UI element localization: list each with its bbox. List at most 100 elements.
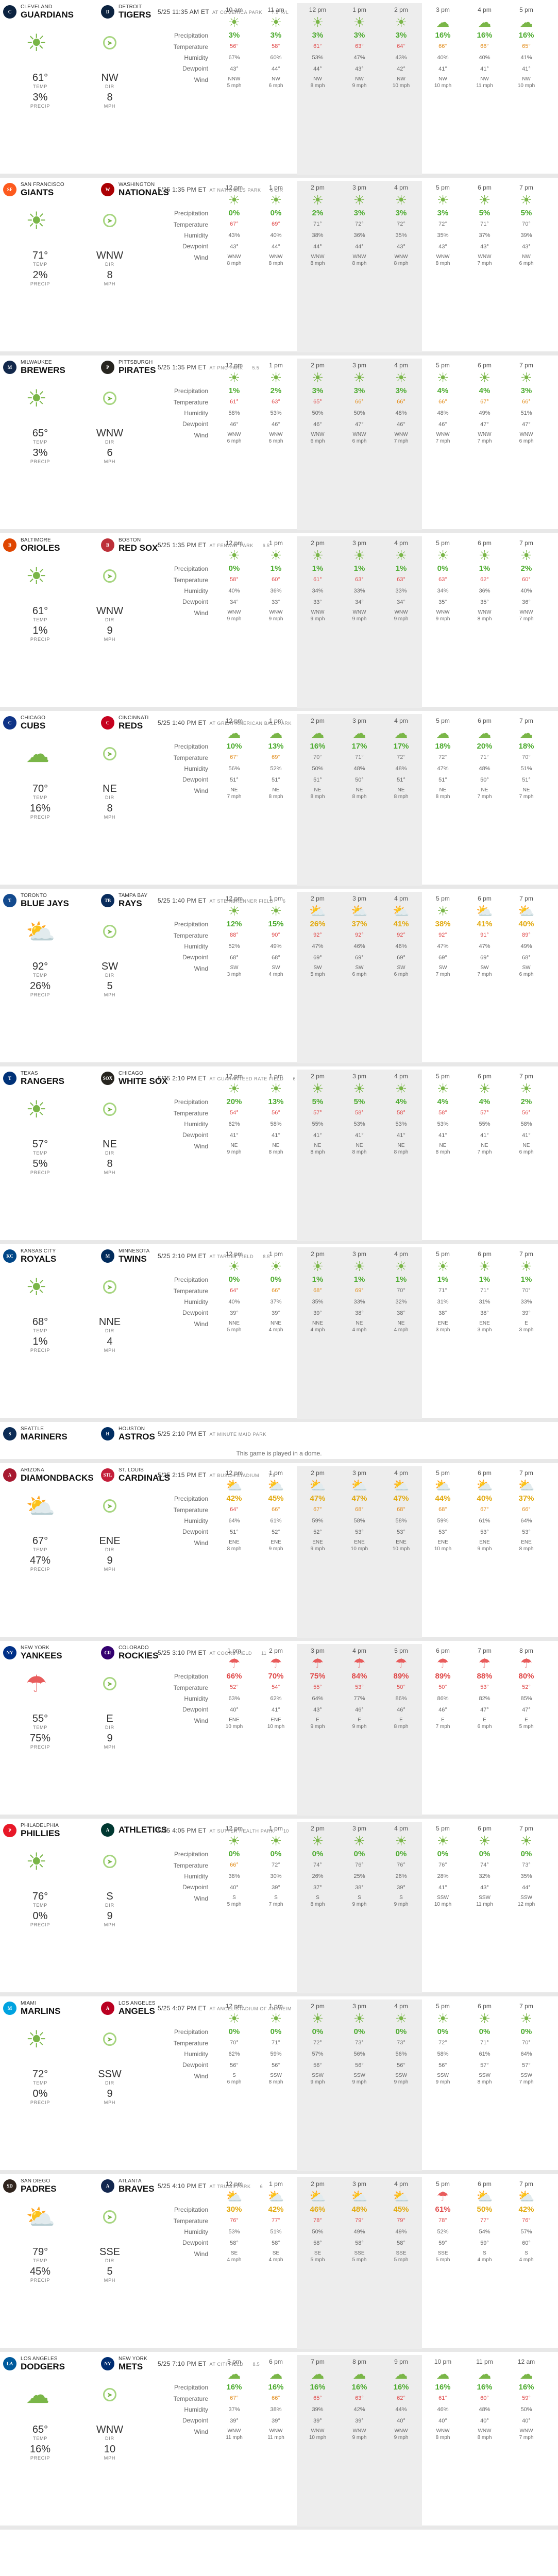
home-team[interactable]: M Minnesota TWINS [101, 1248, 150, 1263]
temperature-value: 71° [480, 2040, 489, 2046]
humidity-value: 33% [395, 588, 407, 594]
wind-value: E 7 mph [435, 1717, 450, 1730]
away-team[interactable]: LA Los Angeles DODGERS [3, 2356, 65, 2371]
dewpoint-value: 39° [230, 1310, 239, 1316]
hour-time: 4 pm [394, 184, 408, 191]
wind-value: NNE 4 mph [310, 1320, 325, 1333]
sun-icon: ☀ [353, 370, 366, 385]
away-team[interactable]: T Toronto BLUE JAYS [3, 893, 69, 908]
dir-label: DIR [105, 1547, 114, 1552]
wind-value: NE 7 mph [227, 787, 242, 800]
hour-time: 1 pm [352, 6, 366, 13]
game-card: B Baltimore ORIOLES B Boston RED SOX 5/25 1:35… [0, 533, 558, 711]
home-team[interactable]: P Pittsburgh PIRATES [101, 360, 156, 375]
wind-value: ENE 10 mph [225, 1717, 243, 1730]
temperature-value: 78° [313, 2217, 322, 2224]
dir-label: DIR [105, 1328, 114, 1333]
wind-value: SW 3 mph [227, 965, 242, 977]
precip-value: 0% [270, 2027, 282, 2036]
humidity-value: 52% [437, 2229, 449, 2235]
dir-label: DIR [105, 795, 114, 800]
sun-icon: ☀ [353, 1081, 366, 1096]
hour-time: 5 pm [519, 6, 533, 13]
hour-time: 5 pm [436, 717, 450, 724]
away-team[interactable]: KC Kansas City ROYALS [3, 1248, 56, 1263]
humidity-value: 58% [270, 1121, 282, 1127]
away-team[interactable]: M Miami MARLINS [3, 2001, 60, 2015]
humidity-value: 53% [353, 1121, 365, 1127]
hour-time: 7 pm [519, 1250, 533, 1258]
hour-time: 2 pm [311, 1250, 325, 1258]
team-name-block: Los Angeles DODGERS [21, 2356, 65, 2371]
game-time: 5/25 2:10 PM ET [158, 1430, 207, 1437]
home-team[interactable]: D Detroit TIGERS [101, 4, 151, 19]
hour-time: 5 pm [394, 1647, 408, 1654]
dewpoint-value: 39° [272, 1310, 280, 1316]
cloud-icon: ☁ [436, 2366, 450, 2382]
dewpoint-value: 40° [230, 1707, 239, 1713]
home-team[interactable]: A Atlanta BRAVES [101, 2178, 155, 2193]
dewpoint-value: 47° [480, 421, 489, 428]
temperature-value: 70° [313, 754, 322, 760]
home-team[interactable]: A Los Angeles ANGELS [101, 2001, 156, 2015]
dewpoint-value: 46° [438, 421, 447, 428]
wind-value: WNW 9 mph [394, 2428, 409, 2441]
dewpoint-value: 46° [313, 421, 322, 428]
hour-time: 6 pm [478, 539, 492, 547]
hour-time: 6 pm [478, 1825, 492, 1832]
away-team[interactable]: T Texas RANGERS [3, 1071, 64, 1086]
hour-time: 4 pm [352, 1647, 366, 1654]
temperature-value: 66° [522, 1506, 531, 1513]
precip-summary: 1% PRECIP [20, 1336, 61, 1353]
hour-time: 4 pm [394, 539, 408, 547]
home-team[interactable]: A ATHLETICS [101, 1823, 167, 1837]
dewpoint-value: 43° [480, 244, 489, 250]
away-team[interactable]: SF San Francisco GIANTS [3, 182, 64, 197]
home-team[interactable]: TB Tampa Bay RAYS [101, 893, 147, 908]
away-team[interactable]: B Baltimore ORIOLES [3, 537, 60, 552]
away-team[interactable]: S Seattle MARINERS [3, 1426, 67, 1441]
sun-icon: ☀ [228, 14, 241, 30]
temperature-value: 66° [438, 399, 447, 405]
away-team[interactable]: P Philadelphia PHILLIES [3, 1823, 60, 1838]
game-time: 5/25 2:10 PM ET [158, 1075, 207, 1082]
wind-value: NE 8 mph [310, 1143, 325, 1155]
dewpoint-value: 68° [230, 955, 239, 961]
team-city: Miami [21, 2001, 36, 2006]
temperature-value: 65° [522, 43, 531, 49]
row-label-dewpoint: Dewpoint [182, 420, 208, 428]
dewpoint-value: 44° [313, 66, 322, 72]
away-team[interactable]: C Cleveland GUARDIANS [3, 4, 74, 19]
sun-y-icon: ⛅ [434, 1478, 451, 1493]
sun-icon: ☀ [436, 903, 449, 919]
away-team[interactable]: NY New York YANKEES [3, 1645, 62, 1660]
hour-time: 9 pm [394, 2358, 408, 2365]
sun-icon: ☀ [228, 1081, 241, 1096]
team-name-block: Toronto BLUE JAYS [21, 893, 69, 908]
away-team[interactable]: A Arizona DIAMONDBACKS [3, 1467, 94, 1482]
away-team-logo: C [3, 716, 16, 730]
home-team[interactable]: NY New York METS [101, 2356, 147, 2371]
temperature-value: 58° [438, 1110, 447, 1116]
precip-value: 1% [228, 386, 240, 395]
wind-value: E 5 mph [519, 1717, 534, 1730]
home-team[interactable]: B Boston RED SOX [101, 537, 158, 552]
hour-time: 3 pm [352, 2003, 366, 2010]
wind-value: WNW 7 mph [435, 432, 450, 444]
away-team-logo: M [3, 361, 16, 375]
home-team[interactable]: H Houston ASTROS [101, 1426, 155, 1441]
humidity-value: 39% [312, 2406, 324, 2413]
mph-value: 10 [104, 2444, 116, 2455]
dewpoint-value: 69° [438, 955, 447, 961]
dewpoint-value: 56° [272, 2062, 280, 2069]
hour-time: 1 pm [227, 1647, 241, 1654]
away-team[interactable]: M Milwaukee BREWERS [3, 360, 65, 375]
precip-value: 47% [29, 1555, 51, 1566]
away-team-logo: SF [3, 183, 16, 197]
home-team[interactable]: CR Colorado ROCKIES [101, 1645, 158, 1660]
hour-time: 6 pm [478, 1073, 492, 1080]
away-team[interactable]: C Chicago CUBS [3, 715, 45, 730]
away-team[interactable]: SD San Diego PADRES [3, 2178, 57, 2193]
game-time: 5/25 1:35 PM ET [158, 364, 207, 371]
home-team[interactable]: C Cincinnati REDS [101, 715, 148, 730]
